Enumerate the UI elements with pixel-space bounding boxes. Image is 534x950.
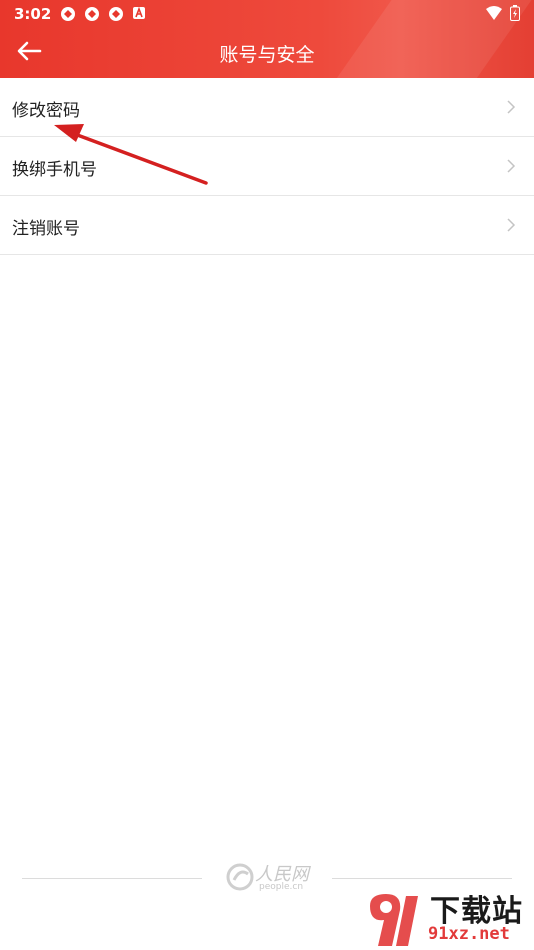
- menu-item-label: 注销账号: [12, 219, 80, 239]
- app-header: 3:02 账号与安全: [0, 0, 534, 78]
- settings-menu: 修改密码 换绑手机号 注销账号: [0, 78, 534, 255]
- menu-item-change-phone[interactable]: 换绑手机号: [0, 137, 534, 196]
- chevron-right-icon: [507, 218, 516, 232]
- menu-item-label: 修改密码: [12, 101, 80, 121]
- status-bar: 3:02: [0, 0, 534, 28]
- page-title: 账号与安全: [219, 44, 315, 66]
- watermark-url: 91xz.net: [428, 924, 510, 944]
- app-notification-icon: [61, 7, 75, 21]
- notification-icons: [60, 6, 146, 22]
- menu-item-label: 换绑手机号: [12, 160, 97, 180]
- battery-icon: [510, 5, 520, 21]
- menu-item-change-password[interactable]: 修改密码: [0, 78, 534, 137]
- system-icons: [486, 5, 520, 21]
- watermark-91-logo: [370, 894, 418, 946]
- chevron-right-icon: [507, 159, 516, 173]
- watermark: 下载站 91xz.net: [362, 886, 534, 950]
- footer-divider-right: [332, 878, 512, 879]
- status-time: 3:02: [14, 5, 52, 23]
- app-notification-icon: [109, 7, 123, 21]
- people-logo-icon: [226, 863, 254, 891]
- menu-item-delete-account[interactable]: 注销账号: [0, 196, 534, 255]
- footer-divider-left: [22, 878, 202, 879]
- chevron-right-icon: [507, 100, 516, 114]
- footer-logo: 人民网 people.cn: [225, 860, 315, 896]
- app-notification-icon: [85, 7, 99, 21]
- a-notification-icon: [133, 6, 145, 19]
- footer-logo-subtext: people.cn: [259, 882, 304, 892]
- wifi-icon: [486, 6, 502, 20]
